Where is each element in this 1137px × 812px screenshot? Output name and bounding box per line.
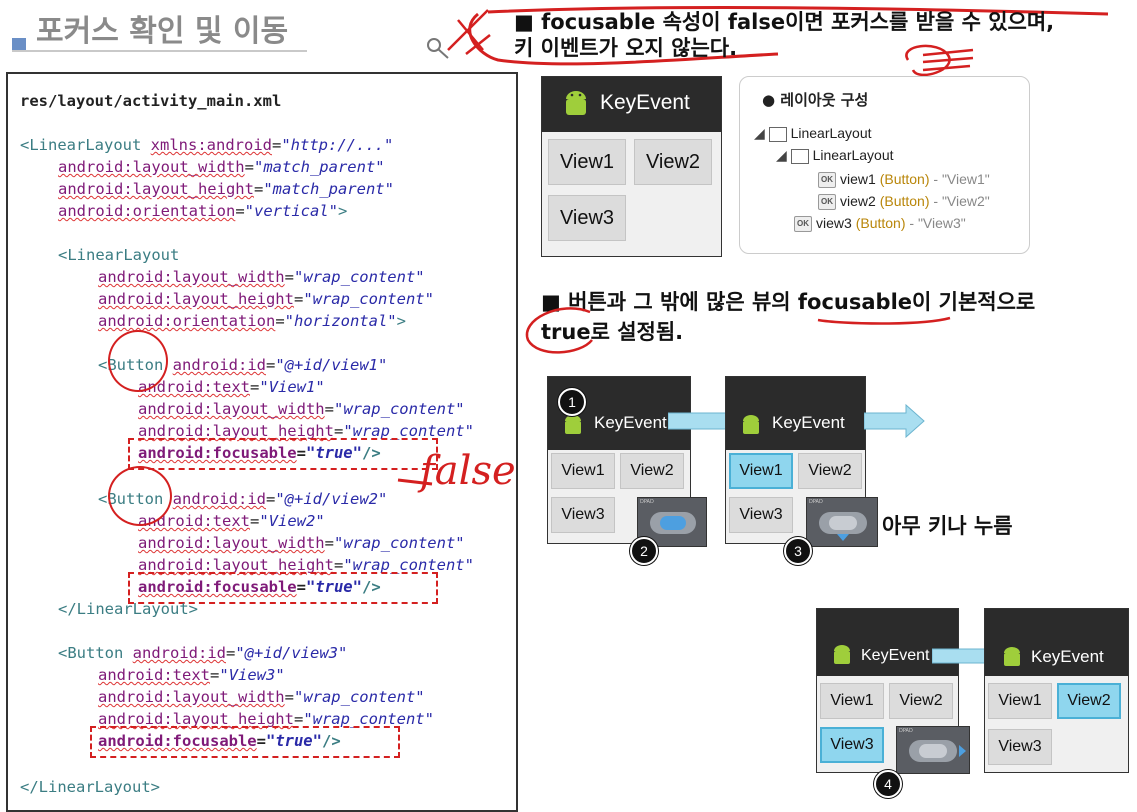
annotation-circle bbox=[108, 466, 172, 526]
highlight-box bbox=[90, 726, 400, 758]
tree-heading: ● 레이아웃 구성 bbox=[762, 91, 869, 109]
linear-layout-icon bbox=[790, 148, 809, 164]
page-title: 포커스 확인 및 이동 bbox=[36, 14, 289, 49]
code-line: <LinearLayout bbox=[58, 246, 180, 264]
tree-item-view2: OK view2 (Button) - "View2" bbox=[818, 193, 990, 211]
annotation-circle bbox=[108, 330, 168, 392]
app-title: KeyEvent bbox=[1031, 647, 1104, 666]
arrow-right-icon bbox=[864, 403, 925, 439]
step-badge-3: 3 bbox=[784, 537, 812, 565]
view1-button[interactable]: View1 bbox=[551, 453, 615, 489]
code-filename: res/layout/activity_main.xml bbox=[20, 92, 282, 110]
app-title: KeyEvent bbox=[772, 413, 845, 432]
tree-child: ◢ LinearLayout bbox=[776, 147, 894, 164]
view1-button[interactable]: View1 bbox=[820, 683, 884, 719]
app-title: KeyEvent bbox=[594, 413, 667, 432]
code-line: android:text="View1" bbox=[138, 378, 325, 396]
tree-item-view3: OK view3 (Button) - "View3" bbox=[794, 215, 966, 233]
annotation-arrow bbox=[397, 478, 433, 486]
note-focusable-false-line2: 키 이벤트가 오지 않는다. bbox=[514, 36, 738, 60]
app-title: KeyEvent bbox=[861, 647, 930, 664]
code-line: android:layout_width="wrap_content" bbox=[138, 400, 465, 418]
step-badge-4: 4 bbox=[874, 770, 902, 798]
step4-phone-after: KeyEvent View1 View2 View3 bbox=[984, 608, 1129, 773]
code-line: android:layout_width="wrap_content" bbox=[98, 688, 425, 706]
code-line: android:text="View3" bbox=[98, 666, 285, 684]
tree-item-view1: OK view1 (Button) - "View1" bbox=[818, 171, 990, 189]
android-icon bbox=[834, 645, 850, 664]
code-line: </LinearLayout> bbox=[20, 778, 160, 796]
button-icon: OK bbox=[794, 216, 812, 233]
view1-button-focused[interactable]: View1 bbox=[729, 453, 793, 489]
app-preview: KeyEvent View1 View2 View3 bbox=[541, 76, 722, 257]
step-badge-1: 1 bbox=[558, 388, 586, 416]
any-key-label: 아무 키나 누름 bbox=[882, 514, 1013, 538]
annotation-underline bbox=[525, 307, 951, 354]
code-line: <Button android:id="@+id/view3" bbox=[58, 644, 348, 662]
view1-button[interactable]: View1 bbox=[988, 683, 1052, 719]
title-underline bbox=[12, 50, 307, 52]
code-line: android:layout_height="match_parent" bbox=[58, 180, 394, 198]
button-icon: OK bbox=[818, 172, 836, 189]
view3-button[interactable]: View3 bbox=[988, 729, 1052, 765]
view3-button[interactable]: View3 bbox=[729, 497, 793, 533]
view2-button[interactable]: View2 bbox=[889, 683, 953, 719]
view3-button-focused[interactable]: View3 bbox=[820, 727, 884, 763]
view3-button[interactable]: View3 bbox=[551, 497, 615, 533]
dpad-icon: DPAD bbox=[896, 726, 970, 774]
view2-button[interactable]: View2 bbox=[620, 453, 684, 489]
layout-tree-panel: ● 레이아웃 구성 ◢ LinearLayout ◢ LinearLayout … bbox=[739, 76, 1030, 254]
view2-button[interactable]: View2 bbox=[798, 453, 862, 489]
view3-button[interactable]: View3 bbox=[548, 195, 626, 241]
view2-button-focused[interactable]: View2 bbox=[1057, 683, 1121, 719]
android-icon bbox=[743, 415, 759, 434]
view1-button[interactable]: View1 bbox=[548, 139, 626, 185]
tree-root: ◢ LinearLayout bbox=[754, 125, 872, 142]
code-line: android:layout_height="wrap_content" bbox=[98, 290, 434, 308]
android-icon bbox=[566, 91, 586, 115]
view2-button[interactable]: View2 bbox=[634, 139, 712, 185]
code-line: android:orientation="horizontal"> bbox=[98, 312, 406, 330]
code-line: </LinearLayout> bbox=[58, 600, 198, 618]
code-line: android:layout_width="wrap_content" bbox=[98, 268, 425, 286]
android-icon bbox=[565, 415, 581, 434]
code-line: <LinearLayout xmlns:android="http://..." bbox=[20, 136, 394, 154]
step-badge-2: 2 bbox=[630, 537, 658, 565]
linear-layout-icon bbox=[768, 126, 787, 142]
android-icon bbox=[1004, 647, 1020, 666]
highlight-box bbox=[128, 438, 438, 470]
button-icon: OK bbox=[818, 194, 836, 211]
app-title: KeyEvent bbox=[600, 91, 690, 114]
code-line: android:layout_width="wrap_content" bbox=[138, 534, 465, 552]
code-line: android:orientation="vertical"> bbox=[58, 202, 348, 220]
dpad-icon: DPAD bbox=[806, 497, 878, 547]
code-line: android:layout_width="match_parent" bbox=[58, 158, 385, 176]
